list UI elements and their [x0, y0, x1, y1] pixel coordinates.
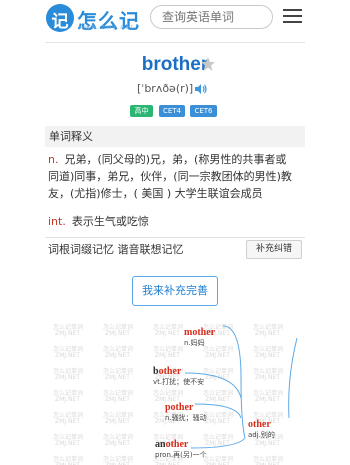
definition-noun: n. 兄弟，(同父母的)兄，弟，(称男性的共事者或 同道)同事，弟兄，伙伴，(同一…	[48, 151, 306, 202]
definition-section-title: 单词释义	[45, 126, 305, 147]
definition-line: n. 兄弟，(同父母的)兄，弟，(称男性的共事者或	[48, 151, 306, 168]
tag-cet4: CET4	[159, 105, 185, 117]
definition-line: 友，(尤指)修士，( 美国 ) 大学生联谊会成员	[48, 187, 263, 200]
header: 记 怎么记 www.zmj.net	[0, 0, 350, 38]
logo-mark: 记	[51, 12, 69, 32]
mindmap: 怎么记单词 ZMJ.NET 怎么记单词 ZMJ.NET 怎么记单词 ZMJ.NET 怎么记单…	[45, 318, 305, 465]
fix-error-button[interactable]: 补充纠错	[246, 240, 302, 259]
mindmap-node-mother: mother n.妈妈	[184, 327, 216, 347]
sound-icon[interactable]	[194, 83, 207, 95]
logo-subtitle: www.zmj.net	[79, 25, 135, 31]
section-divider	[45, 237, 305, 238]
logo-badge-icon: 记	[46, 4, 74, 32]
mindmap-node-another: another pron.再(另)一个	[155, 439, 207, 459]
mindmap-node-pother: pother n.骚扰；骚动	[165, 402, 207, 422]
site-logo[interactable]: 记 怎么记 www.zmj.net	[46, 4, 139, 33]
pos-label: int.	[48, 215, 66, 228]
word-title: brother	[141, 54, 209, 75]
tag-gaozhong: 高中	[130, 105, 153, 117]
definition-line: 同道)同事，弟兄，伙伴，(同一宗教团体的男性)教	[48, 170, 292, 183]
search-input[interactable]	[150, 5, 273, 29]
mindmap-node-other: other adj.别的	[248, 419, 275, 439]
definition-text: 表示生气或吃惊	[71, 215, 149, 228]
mindmap-node-bother: bother vt.打扰；使不安	[153, 366, 205, 386]
star-icon[interactable]	[200, 56, 216, 72]
definition-text: 兄弟，(同父母的)兄，弟，(称男性的共事者或	[64, 153, 287, 166]
header-divider	[45, 42, 305, 43]
definition-interjection: int. 表示生气或吃惊	[48, 213, 306, 230]
pos-label: n.	[48, 153, 59, 166]
supplement-button[interactable]: 我来补充完善	[132, 276, 218, 306]
memory-section-title: 词根词缀记忆 谐音联想记忆	[48, 243, 184, 256]
menu-icon[interactable]	[283, 9, 303, 24]
word-header: brother	[0, 54, 350, 76]
phonetic: [ˈbrʌðə(r)]	[137, 82, 194, 95]
tag-cet6: CET6	[190, 105, 217, 117]
